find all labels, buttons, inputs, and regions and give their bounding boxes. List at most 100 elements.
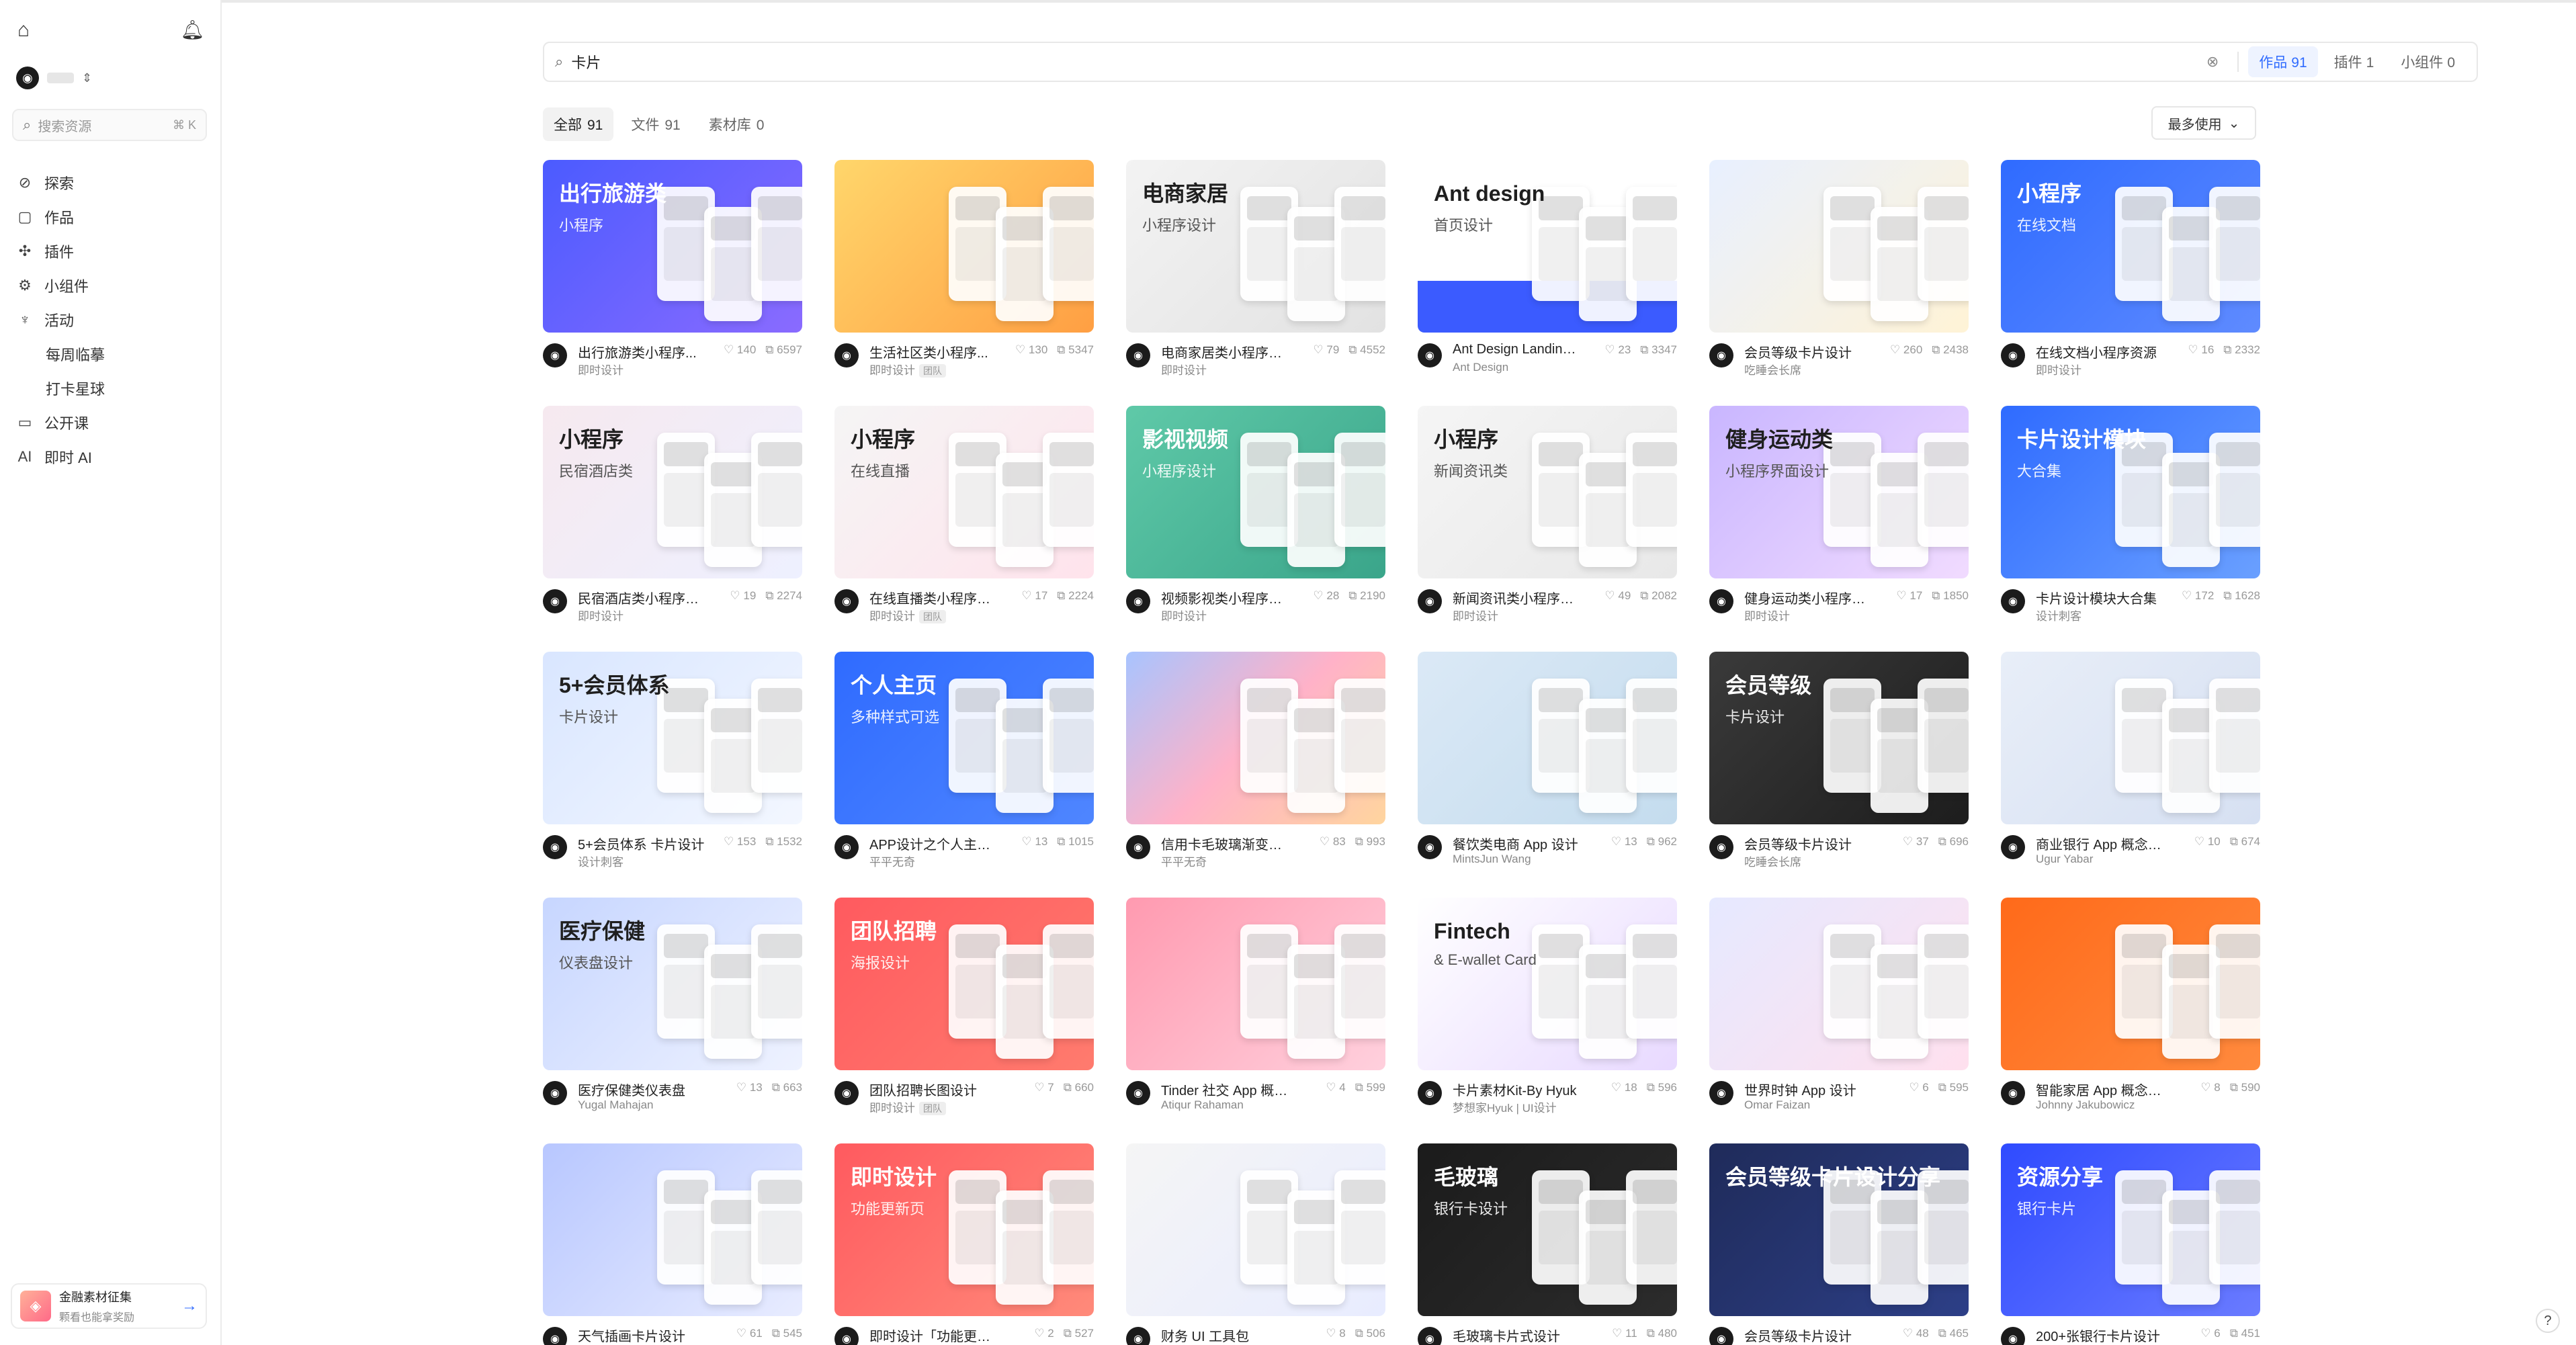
result-card[interactable]: ◉ 智能家居 App 概念设计 Johnny Jakubowicz ♡ 8 ⧉ 590 — [2001, 898, 2260, 1119]
card-thumbnail[interactable]: 资源分享 银行卡片 — [2001, 1143, 2260, 1316]
card-author[interactable]: 吃睡会长席 — [1744, 853, 1801, 869]
card-thumbnail[interactable] — [1126, 1143, 1385, 1316]
home-icon[interactable]: ⌂ — [17, 19, 30, 42]
avatar[interactable]: ◉ — [543, 343, 567, 367]
card-author[interactable]: Atiqur Rahaman — [1161, 1098, 1244, 1112]
result-card[interactable]: ◉ 餐饮类电商 App 设计 MintsJun Wang ♡ 13 ⧉ 962 — [1418, 652, 1677, 873]
avatar[interactable]: ◉ — [1709, 1081, 1733, 1105]
avatar[interactable]: ◉ — [2001, 1081, 2025, 1105]
card-author[interactable]: MintsJun Wang — [1453, 853, 1531, 866]
avatar[interactable]: ◉ — [834, 1081, 859, 1105]
sidebar-item-7[interactable]: ▭ 公开课 — [16, 405, 211, 439]
card-author[interactable]: 平平无奇 — [1161, 853, 1207, 869]
result-card[interactable]: 电商家居 小程序设计 ◉ 电商家居类小程序设计 即时设计 ♡ 79 ⧉ 4552 — [1126, 160, 1385, 382]
result-card[interactable]: 小程序 新闻资讯类 ◉ 新闻资讯类小程序设计 即时设计 ♡ 49 ⧉ 2082 — [1418, 406, 1677, 627]
card-title[interactable]: 信用卡毛玻璃渐变卡片 — [1161, 834, 1289, 853]
card-title[interactable]: 5+会员体系 卡片设计 — [578, 834, 705, 853]
card-title[interactable]: 财务 UI 工具包 — [1161, 1326, 1289, 1345]
card-thumbnail[interactable] — [543, 1143, 802, 1316]
card-thumbnail[interactable]: 毛玻璃 银行卡设计 — [1418, 1143, 1677, 1316]
card-thumbnail[interactable]: 健身运动类 小程序界面设计 — [1709, 406, 1969, 578]
sidebar-item-4[interactable]: ♆ 活动 — [16, 302, 211, 337]
result-card[interactable]: ◉ 财务 UI 工具包 ♡ 8 ⧉ 506 — [1126, 1143, 1385, 1345]
card-thumbnail[interactable] — [1126, 898, 1385, 1070]
sidebar-item-2[interactable]: ✣ 插件 — [16, 234, 211, 268]
card-thumbnail[interactable] — [834, 160, 1094, 333]
card-title[interactable]: 在线文档小程序资源 — [2036, 342, 2163, 361]
result-card[interactable]: 会员等级卡片设计分享 ◉ 会员等级卡片设计 ♡ 48 ⧉ 465 — [1709, 1143, 1969, 1345]
card-author[interactable]: Yugal Mahajan — [578, 1098, 653, 1112]
scope-tab-0[interactable]: 作品 91 — [2248, 46, 2318, 77]
card-title[interactable]: Tinder 社交 App 概念... — [1161, 1080, 1289, 1099]
card-title[interactable]: 卡片素材Kit-By Hyuk — [1453, 1080, 1580, 1099]
card-thumbnail[interactable]: 小程序 在线文档 — [2001, 160, 2260, 333]
card-thumbnail[interactable] — [1126, 652, 1385, 824]
avatar[interactable]: ◉ — [543, 1081, 567, 1105]
card-title[interactable]: 世界时钟 App 设计 — [1744, 1080, 1872, 1099]
avatar[interactable]: ◉ — [543, 1327, 567, 1345]
card-author[interactable]: Ugur Yabar — [2036, 853, 2093, 866]
avatar[interactable]: ◉ — [1418, 835, 1442, 859]
card-title[interactable]: 电商家居类小程序设计 — [1161, 342, 1289, 361]
card-author[interactable]: 即时设计 团队 — [869, 361, 946, 378]
result-card[interactable]: 会员等级 卡片设计 ◉ 会员等级卡片设计 吃睡会长席 ♡ 37 ⧉ 696 — [1709, 652, 1969, 873]
card-thumbnail[interactable]: 即时设计 功能更新页 — [834, 1143, 1094, 1316]
avatar[interactable]: ◉ — [2001, 1327, 2025, 1345]
card-thumbnail[interactable]: 小程序 在线直播 — [834, 406, 1094, 578]
card-title[interactable]: 200+张银行卡片设计 — [2036, 1326, 2163, 1345]
result-card[interactable]: ◉ 世界时钟 App 设计 Omar Faizan ♡ 6 ⧉ 595 — [1709, 898, 1969, 1119]
card-author[interactable]: 即时设计 — [1453, 607, 1498, 623]
card-thumbnail[interactable] — [1709, 160, 1969, 333]
card-title[interactable]: 会员等级卡片设计 — [1744, 834, 1872, 853]
avatar[interactable]: ◉ — [834, 1327, 859, 1345]
bell-icon[interactable]: 🔔︎ — [180, 19, 204, 41]
card-author[interactable]: 设计刺客 — [578, 853, 624, 869]
card-thumbnail[interactable]: 会员等级 卡片设计 — [1709, 652, 1969, 824]
card-author[interactable]: 即时设计 — [2036, 361, 2081, 378]
card-thumbnail[interactable]: 医疗保健 仪表盘设计 — [543, 898, 802, 1070]
result-card[interactable]: Ant design 首页设计 ◉ Ant Design Landing... Ant … — [1418, 160, 1677, 382]
search-input[interactable]: 卡片 — [571, 51, 2206, 73]
result-card[interactable]: 个人主页 多种样式可选 ◉ APP设计之个人主页... 平平无奇 ♡ 13 ⧉ 1015 — [834, 652, 1094, 873]
sidebar-item-5[interactable]: 每周临摹 — [16, 337, 211, 371]
arrow-right-icon[interactable]: → — [181, 1297, 198, 1315]
card-title[interactable]: 会员等级卡片设计 — [1744, 1326, 1872, 1345]
avatar[interactable]: ◉ — [1418, 589, 1442, 613]
result-card[interactable]: 5+会员体系 卡片设计 ◉ 5+会员体系 卡片设计 设计刺客 ♡ 153 ⧉ 1532 — [543, 652, 802, 873]
avatar[interactable]: ◉ — [543, 589, 567, 613]
result-card[interactable]: ◉ 商业银行 App 概念设计 Ugur Yabar ♡ 10 ⧉ 674 — [2001, 652, 2260, 873]
card-author[interactable]: 设计刺客 — [2036, 607, 2081, 623]
result-card[interactable]: ◉ 天气插画卡片设计 ♡ 61 ⧉ 545 — [543, 1143, 802, 1345]
card-thumbnail[interactable]: Fintech & E-wallet Card — [1418, 898, 1677, 1070]
sidebar-item-8[interactable]: AI 即时 AI — [16, 439, 211, 474]
avatar[interactable]: ◉ — [2001, 835, 2025, 859]
card-thumbnail[interactable]: 会员等级卡片设计分享 — [1709, 1143, 1969, 1316]
card-thumbnail[interactable] — [1418, 652, 1677, 824]
result-card[interactable]: 团队招聘 海报设计 ◉ 团队招聘长图设计 即时设计 团队 ♡ 7 ⧉ 660 — [834, 898, 1094, 1119]
result-card[interactable]: 小程序 在线文档 ◉ 在线文档小程序资源 即时设计 ♡ 16 ⧉ 2332 — [2001, 160, 2260, 382]
clear-icon[interactable]: ⊗ — [2206, 53, 2219, 71]
card-thumbnail[interactable]: 个人主页 多种样式可选 — [834, 652, 1094, 824]
avatar[interactable]: ◉ — [1418, 343, 1442, 367]
result-card[interactable]: 小程序 民宿酒店类 ◉ 民宿酒店类小程序界... 即时设计 ♡ 19 ⧉ 2274 — [543, 406, 802, 627]
result-card[interactable]: ◉ 信用卡毛玻璃渐变卡片 平平无奇 ♡ 83 ⧉ 993 — [1126, 652, 1385, 873]
sidebar-item-0[interactable]: ⊘ 探索 — [16, 165, 211, 200]
help-icon[interactable]: ? — [2536, 1309, 2560, 1333]
card-thumbnail[interactable]: 出行旅游类 小程序 — [543, 160, 802, 333]
result-card[interactable]: ◉ 生活社区类小程序... 即时设计 团队 ♡ 130 ⧉ 5347 — [834, 160, 1094, 382]
card-thumbnail[interactable] — [1709, 898, 1969, 1070]
avatar[interactable]: ◉ — [834, 589, 859, 613]
avatar[interactable]: ◉ — [1418, 1327, 1442, 1345]
result-card[interactable]: Fintech & E-wallet Card ◉ 卡片素材Kit-By Hyuk 梦想… — [1418, 898, 1677, 1119]
card-title[interactable]: 商业银行 App 概念设计 — [2036, 834, 2163, 853]
avatar[interactable]: ◉ — [1418, 1081, 1442, 1105]
card-author[interactable]: 吃睡会长席 — [1744, 361, 1801, 378]
card-thumbnail[interactable] — [2001, 652, 2260, 824]
scope-tab-2[interactable]: 小组件 0 — [2390, 46, 2466, 77]
avatar[interactable]: ◉ — [1126, 1081, 1150, 1105]
card-title[interactable]: 生活社区类小程序... — [869, 342, 997, 361]
card-author[interactable]: 即时设计 — [1161, 607, 1207, 623]
card-title[interactable]: 视频影视类小程序设计 — [1161, 588, 1289, 607]
card-author[interactable]: 即时设计 团队 — [869, 607, 946, 623]
card-author[interactable]: 即时设计 — [578, 361, 624, 378]
